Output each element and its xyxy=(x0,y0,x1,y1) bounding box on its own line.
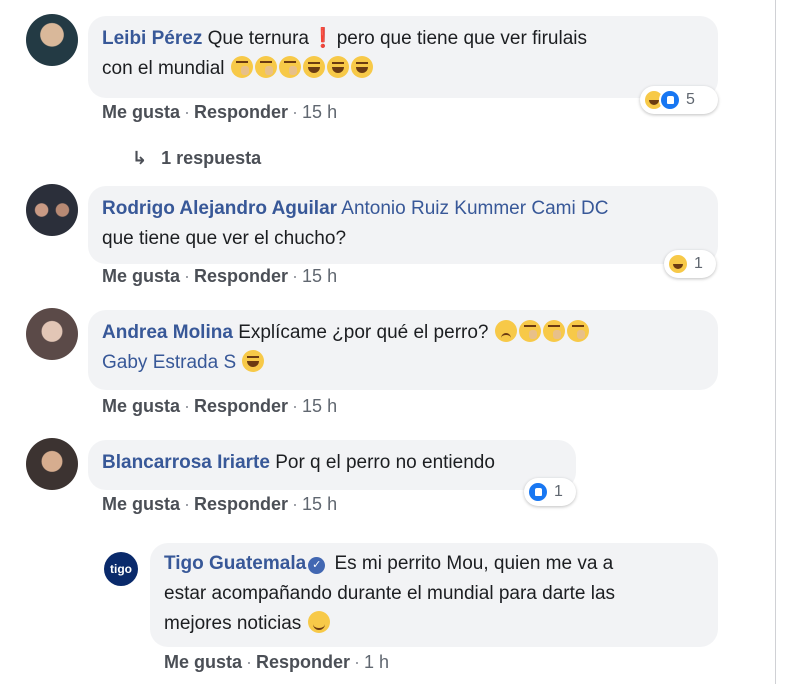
like-reaction-icon xyxy=(527,481,549,503)
verified-badge-icon: ✓ xyxy=(308,557,326,574)
reply-bubble: Tigo Guatemala ✓ Es mi perrito Mou, quien… xyxy=(150,543,718,647)
exclamation-icon: ❗ xyxy=(311,28,335,49)
separator-dot: · xyxy=(354,652,361,672)
like-link[interactable]: Me gusta xyxy=(102,396,180,416)
comment-actions: Me gusta · Responder · 15 h xyxy=(102,266,337,287)
avatar[interactable] xyxy=(26,438,78,490)
comment-text: con el mundial xyxy=(102,58,225,79)
laughing-emoji-icon xyxy=(302,56,325,78)
avatar[interactable] xyxy=(26,184,78,236)
reaction-summary[interactable]: 1 xyxy=(664,250,716,278)
comment-actions: Me gusta · Responder · 15 h xyxy=(102,494,337,515)
thinking-emoji-icon xyxy=(542,320,565,342)
comment-actions: Me gusta · Responder · 15 h xyxy=(102,396,337,417)
thinking-emoji-icon xyxy=(518,320,541,342)
reply-link[interactable]: Responder xyxy=(194,494,288,514)
reply-text: Es mi perrito Mou, quien me va a xyxy=(334,553,614,574)
separator-dot: · xyxy=(292,494,299,514)
thinking-emoji-icon xyxy=(278,56,301,78)
laughing-emoji-icon xyxy=(242,350,265,372)
like-link[interactable]: Me gusta xyxy=(102,266,180,286)
like-link[interactable]: Me gusta xyxy=(102,102,180,122)
haha-reaction-icon xyxy=(667,253,689,275)
timestamp[interactable]: 15 h xyxy=(302,494,337,514)
reply-author[interactable]: Tigo Guatemala xyxy=(164,553,306,574)
reaction-count: 5 xyxy=(686,91,695,108)
separator-dot: · xyxy=(184,102,191,122)
frame-border xyxy=(775,0,776,684)
comment-author[interactable]: Blancarrosa Iriarte xyxy=(102,452,270,473)
comment-bubble: Andrea Molina Explícame ¿por qué el perr… xyxy=(88,310,718,390)
reaction-summary[interactable]: 1 xyxy=(524,478,576,506)
reply-link[interactable]: Responder xyxy=(194,102,288,122)
sad-emoji-icon xyxy=(494,320,517,342)
timestamp[interactable]: 15 h xyxy=(302,266,337,286)
comment-text: Explícame ¿por qué el perro? xyxy=(238,322,489,343)
comment-bubble: Blancarrosa Iriarte Por q el perro no en… xyxy=(88,440,576,490)
comment-text: pero que tiene que ver firulais xyxy=(336,28,588,49)
comment-author[interactable]: Leibi Pérez xyxy=(102,28,202,49)
timestamp[interactable]: 1 h xyxy=(364,652,389,672)
laughing-emoji-icon xyxy=(350,56,373,78)
comment-mention[interactable]: Antonio Ruiz Kummer Cami DC xyxy=(341,198,608,219)
comment-author[interactable]: Andrea Molina xyxy=(102,322,233,343)
thinking-emoji-icon xyxy=(230,56,253,78)
wink-emoji-icon xyxy=(307,611,330,633)
thinking-emoji-icon xyxy=(254,56,277,78)
reply-link[interactable]: Responder xyxy=(194,266,288,286)
comment-mention[interactable]: Gaby Estrada S xyxy=(102,352,236,373)
like-link[interactable]: Me gusta xyxy=(164,652,242,672)
separator-dot: · xyxy=(184,396,191,416)
timestamp[interactable]: 15 h xyxy=(302,396,337,416)
separator-dot: · xyxy=(246,652,253,672)
comment-bubble: Rodrigo Alejandro Aguilar Antonio Ruiz K… xyxy=(88,186,718,264)
reply-link[interactable]: Responder xyxy=(256,652,350,672)
tigo-logo-avatar[interactable]: tigo xyxy=(104,552,138,586)
separator-dot: · xyxy=(292,266,299,286)
comment-bubble: Leibi Pérez Que ternura ❗ pero que tiene q… xyxy=(88,16,718,98)
comment-text: que tiene que ver el chucho? xyxy=(102,228,347,249)
replies-count-label: 1 respuesta xyxy=(161,148,262,168)
avatar[interactable] xyxy=(26,14,78,66)
reply-text: mejores noticias xyxy=(164,613,302,634)
separator-dot: · xyxy=(184,266,191,286)
comment-text: Que ternura xyxy=(207,28,310,49)
avatar[interactable] xyxy=(26,308,78,360)
reaction-count: 1 xyxy=(694,255,703,272)
comment-actions: Me gusta · Responder · 15 h xyxy=(102,102,337,123)
like-reaction-icon xyxy=(659,89,681,111)
reaction-count: 1 xyxy=(554,483,563,500)
reply-actions: Me gusta · Responder · 1 h xyxy=(164,652,389,673)
separator-dot: · xyxy=(292,396,299,416)
separator-dot: · xyxy=(292,102,299,122)
thinking-emoji-icon xyxy=(566,320,589,342)
timestamp[interactable]: 15 h xyxy=(302,102,337,122)
comment-text: Por q el perro no entiendo xyxy=(275,452,495,473)
reply-link[interactable]: Responder xyxy=(194,396,288,416)
like-link[interactable]: Me gusta xyxy=(102,494,180,514)
comment-author[interactable]: Rodrigo Alejandro Aguilar xyxy=(102,198,337,219)
separator-dot: · xyxy=(184,494,191,514)
laughing-emoji-icon xyxy=(326,56,349,78)
reaction-summary[interactable]: 5 xyxy=(640,86,718,114)
reply-text: estar acompañando durante el mundial par… xyxy=(164,583,616,604)
reply-arrow-icon: ↳ xyxy=(132,148,148,168)
view-replies-link[interactable]: ↳ 1 respuesta xyxy=(132,148,261,169)
